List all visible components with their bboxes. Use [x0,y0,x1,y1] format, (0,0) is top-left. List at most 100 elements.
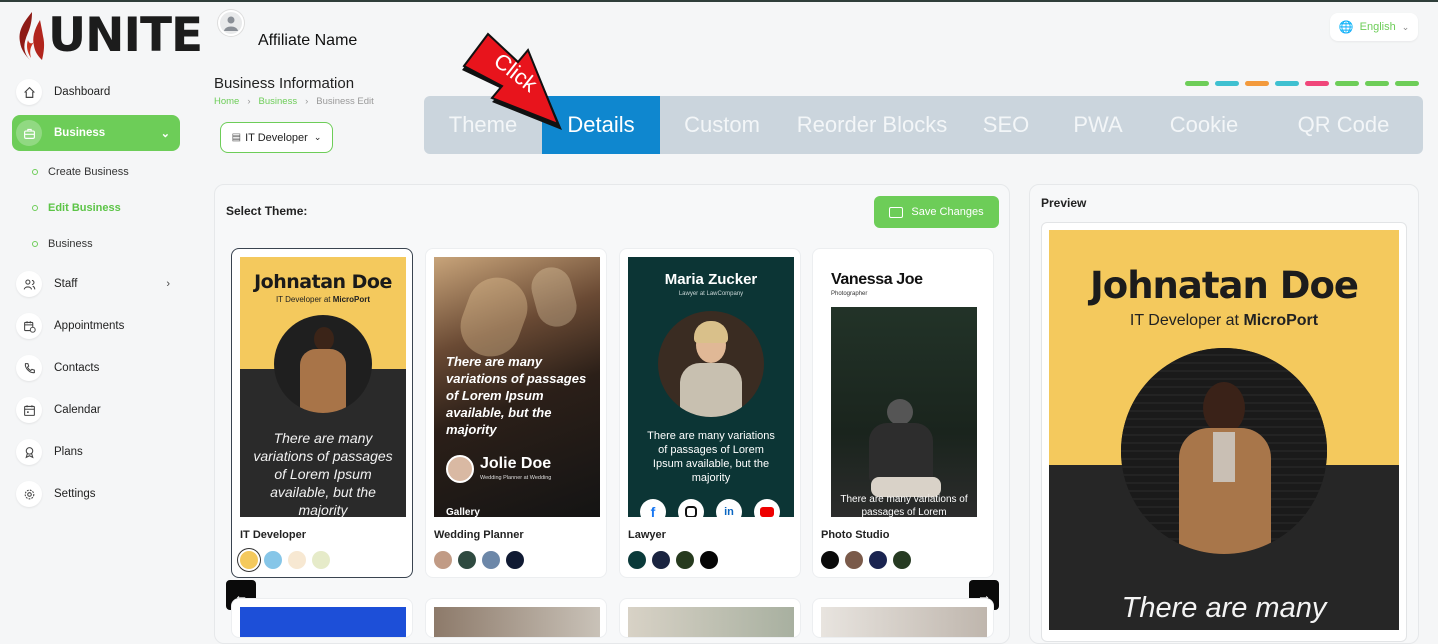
theme-body-text: There are many variations of passages of… [446,354,587,437]
color-swatch[interactable] [676,551,694,569]
color-swatch[interactable] [264,551,282,569]
color-swatch[interactable] [240,551,258,569]
sidebar-item-label: Staff [54,278,78,290]
profile-photo [274,315,372,413]
sidebar-item-staff[interactable]: Staff › [12,266,180,302]
instagram-icon[interactable] [678,499,704,517]
sidebar-item-label: Settings [54,488,96,500]
globe-icon: 🌐 [1338,20,1354,34]
breadcrumb-business[interactable]: Business [259,96,298,107]
theme-subtitle: Photographer [831,291,868,297]
linkedin-icon[interactable]: in [716,499,742,517]
sidebar-item-label: Contacts [54,362,100,374]
theme-body-text: There are many variations of passages of… [253,430,393,517]
sidebar-item-label: Calendar [54,404,101,416]
tab-custom[interactable]: Custom [660,96,784,154]
theme-card[interactable] [812,598,994,638]
color-swatch[interactable] [628,551,646,569]
featured-photo [831,307,977,517]
facebook-icon[interactable]: f [640,499,666,517]
tab-reorder-blocks[interactable]: Reorder Blocks [784,96,960,154]
profile-photo [658,311,764,417]
breadcrumb-separator-icon: › [247,96,251,107]
color-swatch[interactable] [288,551,306,569]
color-swatch[interactable] [458,551,476,569]
theme-card[interactable] [619,598,801,638]
theme-card[interactable] [425,598,607,638]
calendar-clock-icon [16,313,42,339]
sidebar-item-appointments[interactable]: Appointments [12,308,180,344]
color-swatch[interactable] [845,551,863,569]
avatar [446,455,474,483]
theme-subtitle: IT Developer at MicroPort [275,295,371,304]
preview-subtitle: IT Developer at MicroPort [1129,312,1319,329]
home-icon [16,79,42,105]
theme-person-name: Jolie Doe [480,455,552,472]
theme-card[interactable] [231,598,413,638]
theme-section-label: Gallery [446,507,480,517]
sidebar-subitem-label: Business [48,238,93,250]
bullet-icon [32,205,38,211]
chevron-down-icon: ⌄ [313,132,322,142]
briefcase-icon [16,120,42,146]
tab-pwa[interactable]: PWA [1052,96,1144,154]
affiliate-profile[interactable]: Affiliate Name [218,10,357,49]
theme-card-wedding-planner[interactable]: There are many variations of passages of… [425,248,607,578]
theme-swatches [434,551,524,569]
theme-card-it-developer[interactable]: Johnatan Doe IT Developer at MicroPort T… [231,248,413,578]
color-swatch[interactable] [482,551,500,569]
sidebar-item-contacts[interactable]: Contacts [12,350,180,386]
preview-heading: Johnatan Doe [1090,264,1359,307]
sidebar-item-settings[interactable]: Settings [12,476,180,512]
sidebar-item-calendar[interactable]: Calendar [12,392,180,428]
theme-person-subtitle: Wedding Planner at Wedding [480,475,552,481]
breadcrumb-current: Business Edit [316,96,374,107]
color-swatch[interactable] [821,551,839,569]
top-border [0,0,1438,2]
business-select[interactable]: ▤ IT Developer ⌄ [220,122,333,153]
sidebar-item-label: Appointments [54,320,125,332]
theme-card-lawyer[interactable]: Maria Zucker Lawyer at LawCompany There … [619,248,801,578]
brand-logo[interactable]: UNITE [14,10,203,62]
save-changes-button[interactable]: Save Changes [874,196,999,228]
color-bar [1185,81,1209,86]
chevron-down-icon: ⌄ [160,127,170,140]
color-swatch[interactable] [700,551,718,569]
color-swatch[interactable] [434,551,452,569]
sidebar-item-plans[interactable]: Plans [12,434,180,470]
click-annotation-arrow-icon: Click [462,32,562,130]
sidebar-subitem-label: Edit Business [48,202,121,214]
sidebar-item-dashboard[interactable]: Dashboard [12,74,180,110]
sidebar-subitem-edit-business[interactable]: Edit Business [32,202,121,214]
preview-card: Johnatan Doe IT Developer at MicroPort T… [1049,230,1399,630]
color-swatch[interactable] [312,551,330,569]
flame-logo-icon [19,12,45,60]
award-icon [16,439,42,465]
tab-cookie[interactable]: Cookie [1144,96,1264,154]
sidebar-subitem-business[interactable]: Business [32,238,93,250]
color-swatch[interactable] [652,551,670,569]
theme-swatches [240,551,330,569]
sidebar-item-label: Dashboard [54,86,111,98]
language-label: English [1359,21,1396,33]
folder-icon [889,206,904,218]
save-changes-label: Save Changes [911,206,984,218]
color-swatch[interactable] [893,551,911,569]
color-bar [1395,81,1419,86]
theme-card-photo-studio[interactable]: Vanessa Joe Photographer There are many … [812,248,994,578]
tab-qr-code[interactable]: QR Code [1264,96,1423,154]
preview-body-text: There are many [1121,592,1327,624]
language-selector[interactable]: 🌐 English ⌄ [1330,13,1418,41]
breadcrumb-home[interactable]: Home [214,96,239,107]
color-swatch[interactable] [869,551,887,569]
theme-heading: Johnatan Doe [254,271,392,293]
sidebar-subitem-create-business[interactable]: Create Business [32,166,129,178]
theme-name: IT Developer [240,529,307,541]
theme-name: Wedding Planner [434,529,524,541]
color-swatch[interactable] [506,551,524,569]
breadcrumb-separator-icon: › [305,96,309,107]
youtube-icon[interactable] [754,499,780,517]
sidebar-item-business[interactable]: Business ⌄ [12,115,180,151]
select-theme-label: Select Theme: [226,204,308,218]
tab-seo[interactable]: SEO [960,96,1052,154]
